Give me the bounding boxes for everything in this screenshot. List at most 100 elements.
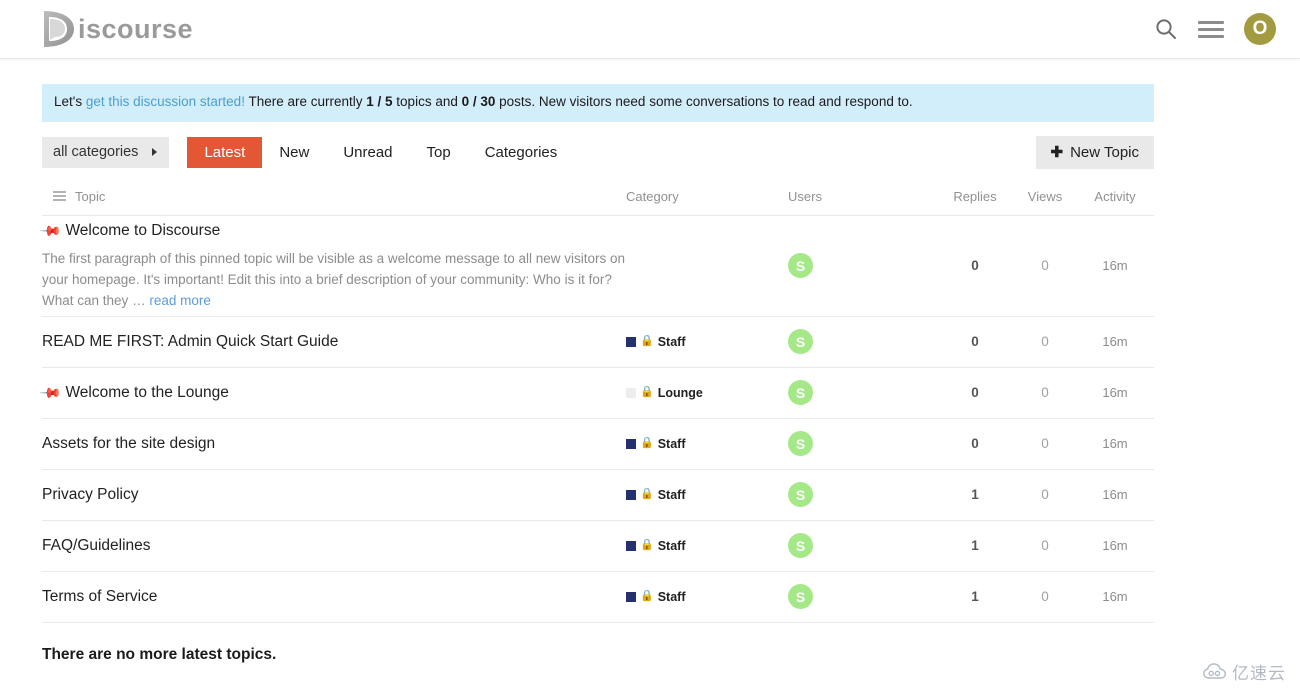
header-actions: O xyxy=(1154,13,1276,45)
plus-icon: ✚ xyxy=(1050,143,1064,161)
lock-icon: 🔒 xyxy=(640,590,654,603)
column-header-replies[interactable]: Replies xyxy=(936,188,1014,216)
topic-list-table: Topic Category Users Replies Views Activ… xyxy=(39,188,1154,623)
category-badge[interactable]: 🔒 Staff xyxy=(626,437,685,451)
category-color-swatch xyxy=(626,387,636,398)
category-badge[interactable]: 🔒 Staff xyxy=(626,539,685,553)
get-discussion-started-link[interactable]: get this discussion started! xyxy=(86,94,245,109)
replies-cell: 1 xyxy=(936,571,1014,622)
topic-title-line: Assets for the site design xyxy=(42,433,626,455)
poster-avatar[interactable]: S xyxy=(788,431,813,457)
table-row[interactable]: 📌 Welcome to the Lounge 🔒 Lounge S 0 0 1… xyxy=(39,367,1154,419)
replies-cell: 0 xyxy=(936,367,1014,418)
site-logo[interactable]: iscourse xyxy=(40,0,192,58)
tab-categories[interactable]: Categories xyxy=(468,137,575,168)
column-header-topic-label: Topic xyxy=(75,188,106,204)
column-header-views[interactable]: Views xyxy=(1014,188,1076,216)
category-cell: 🔒 Staff xyxy=(626,571,788,622)
table-row[interactable]: Privacy Policy 🔒 Staff S 1 0 16m xyxy=(42,469,1154,521)
menu-button[interactable] xyxy=(1198,19,1224,39)
poster-avatar[interactable]: S xyxy=(788,584,813,610)
activity-cell: 16m xyxy=(1076,215,1154,316)
category-color-swatch xyxy=(626,591,636,602)
hamburger-menu-icon xyxy=(1198,19,1224,39)
replies-cell: 1 xyxy=(936,469,1014,520)
table-row[interactable]: 📌 Welcome to Discourse The first paragra… xyxy=(39,215,1154,317)
poster-avatar[interactable]: S xyxy=(788,253,813,279)
notice-suffix: posts. New visitors need some conversati… xyxy=(495,94,913,109)
topic-cell: 📌 Welcome to the Lounge xyxy=(39,367,626,418)
table-row[interactable]: Terms of Service 🔒 Staff S 1 0 16m xyxy=(42,571,1154,623)
replies-count: 1 xyxy=(971,538,979,554)
tab-latest[interactable]: Latest xyxy=(187,136,263,168)
topic-title-line: Privacy Policy xyxy=(42,484,626,506)
activity-time[interactable]: 16m xyxy=(1102,258,1127,273)
topic-title-link[interactable]: Assets for the site design xyxy=(42,433,215,455)
activity-time[interactable]: 16m xyxy=(1102,589,1127,604)
topic-excerpt-ellipsis: … xyxy=(132,293,146,309)
category-color-swatch xyxy=(626,336,636,347)
category-name: Staff xyxy=(657,538,686,553)
replies-count: 0 xyxy=(971,258,979,274)
table-row[interactable]: READ ME FIRST: Admin Quick Start Guide 🔒… xyxy=(42,316,1154,368)
tab-top[interactable]: Top xyxy=(410,137,468,168)
column-header-users[interactable]: Users xyxy=(788,188,936,216)
read-more-link[interactable]: read more xyxy=(149,293,211,308)
category-badge[interactable]: 🔒 Lounge xyxy=(626,386,703,400)
views-cell: 0 xyxy=(1014,215,1076,316)
global-notice-banner: Let's get this discussion started! There… xyxy=(42,84,1154,122)
replies-count: 0 xyxy=(971,436,979,452)
category-color-swatch xyxy=(626,540,636,551)
table-row[interactable]: FAQ/Guidelines 🔒 Staff S 1 0 16m xyxy=(42,520,1154,572)
list-view-icon[interactable] xyxy=(53,191,66,202)
notice-post-count: 0 / 30 xyxy=(461,94,496,109)
new-topic-label: New Topic xyxy=(1070,143,1139,161)
column-header-topic[interactable]: Topic xyxy=(42,188,626,216)
lock-icon: 🔒 xyxy=(640,335,654,348)
topic-title-link[interactable]: FAQ/Guidelines xyxy=(42,535,151,557)
category-name: Staff xyxy=(657,589,686,604)
activity-cell: 16m xyxy=(1076,316,1154,367)
column-header-activity[interactable]: Activity xyxy=(1076,188,1154,216)
category-badge[interactable]: 🔒 Staff xyxy=(626,488,685,502)
activity-time[interactable]: 16m xyxy=(1102,538,1127,553)
category-badge[interactable]: 🔒 Staff xyxy=(626,335,685,349)
topic-excerpt: The first paragraph of this pinned topic… xyxy=(42,248,626,311)
topic-title-line: 📌 Welcome to Discourse xyxy=(39,220,626,244)
activity-time[interactable]: 16m xyxy=(1102,334,1127,349)
views-cell: 0 xyxy=(1014,367,1076,418)
search-button[interactable] xyxy=(1154,17,1178,41)
replies-count: 0 xyxy=(971,334,979,350)
svg-text:iscourse: iscourse xyxy=(78,14,192,44)
poster-avatar[interactable]: S xyxy=(788,533,813,559)
table-row[interactable]: Assets for the site design 🔒 Staff S 0 0… xyxy=(42,418,1154,470)
poster-avatar[interactable]: S xyxy=(788,329,813,355)
topic-title-link[interactable]: Terms of Service xyxy=(42,586,157,608)
topic-cell: Privacy Policy xyxy=(42,469,626,520)
category-dropdown[interactable]: all categories xyxy=(42,136,170,168)
category-name: Lounge xyxy=(657,385,703,400)
column-header-category[interactable]: Category xyxy=(626,188,788,216)
topic-title-link[interactable]: Welcome to Discourse xyxy=(65,220,220,242)
category-badge[interactable]: 🔒 Staff xyxy=(626,590,685,604)
replies-cell: 0 xyxy=(936,418,1014,469)
topic-title-link[interactable]: Welcome to the Lounge xyxy=(65,382,228,404)
tab-new[interactable]: New xyxy=(262,137,326,168)
navigation-left: all categories Latest New Unread Top Cat… xyxy=(42,136,575,168)
activity-time[interactable]: 16m xyxy=(1102,385,1127,400)
views-count: 0 xyxy=(1041,385,1049,401)
activity-time[interactable]: 16m xyxy=(1102,436,1127,451)
replies-cell: 1 xyxy=(936,520,1014,571)
users-cell: S xyxy=(788,316,936,367)
poster-avatar[interactable]: S xyxy=(788,482,813,508)
new-topic-button[interactable]: ✚ New Topic xyxy=(1035,135,1154,169)
activity-cell: 16m xyxy=(1076,469,1154,520)
views-count: 0 xyxy=(1041,334,1049,350)
tab-unread[interactable]: Unread xyxy=(326,137,409,168)
category-cell: 🔒 Staff xyxy=(626,469,788,520)
poster-avatar[interactable]: S xyxy=(788,380,813,406)
topic-title-link[interactable]: READ ME FIRST: Admin Quick Start Guide xyxy=(42,331,338,353)
activity-time[interactable]: 16m xyxy=(1102,487,1127,502)
user-avatar[interactable]: O xyxy=(1244,13,1276,45)
topic-title-link[interactable]: Privacy Policy xyxy=(42,484,138,506)
